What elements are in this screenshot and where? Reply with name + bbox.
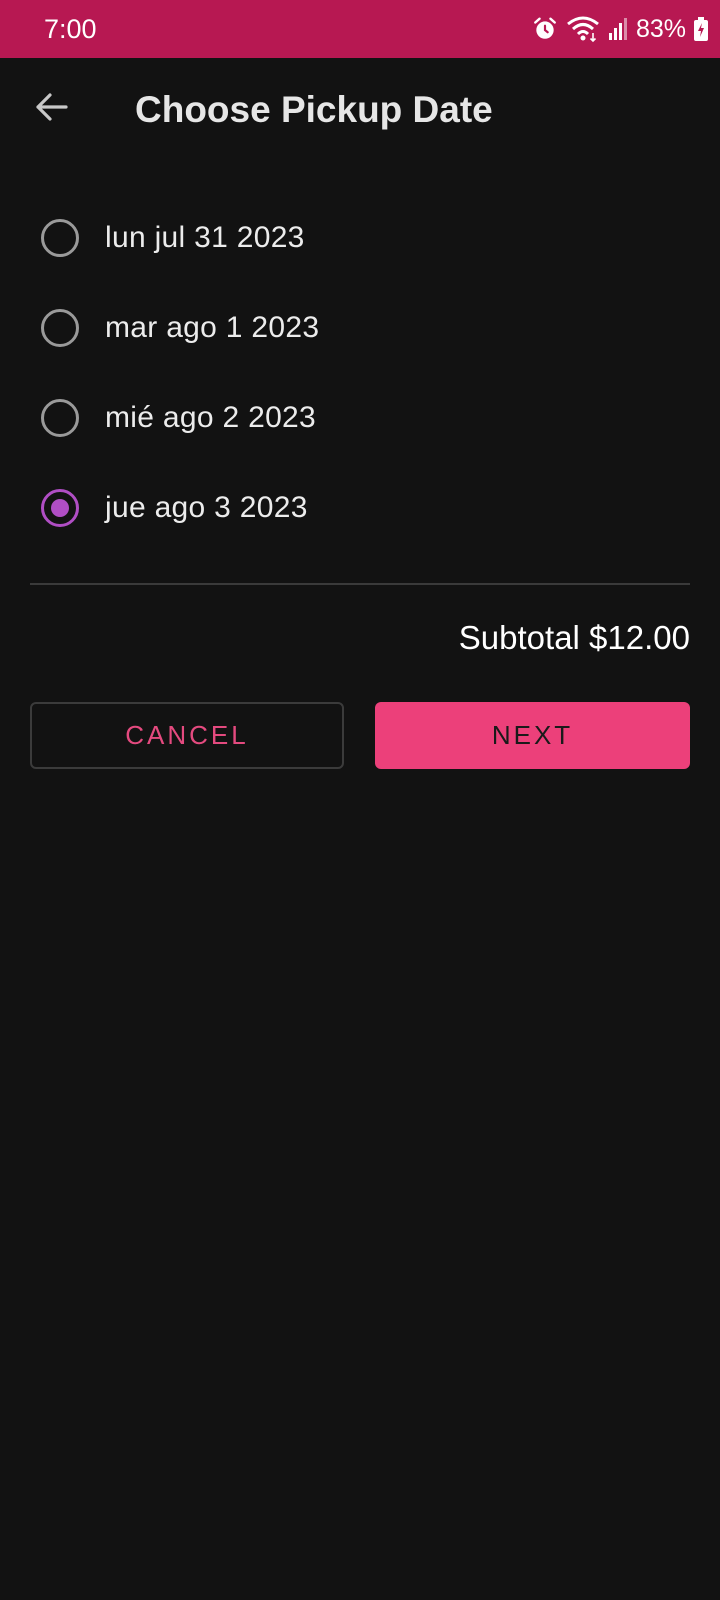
pickup-date-options: lun jul 31 2023 mar ago 1 2023 mié ago 2… (0, 193, 720, 553)
date-option-label: jue ago 3 2023 (105, 491, 308, 524)
app-bar: Choose Pickup Date (0, 58, 720, 168)
radio-button[interactable] (41, 219, 79, 257)
arrow-left-icon (34, 92, 68, 127)
subtotal-text: Subtotal $12.00 (458, 619, 690, 656)
cancel-button[interactable]: CANCEL (30, 702, 344, 769)
radio-selected-dot (51, 499, 69, 517)
radio-button[interactable] (41, 399, 79, 437)
battery-charging-icon (694, 17, 708, 41)
date-option-label: mar ago 1 2023 (105, 311, 320, 344)
status-bar: 7:00 83% (0, 0, 720, 58)
divider (30, 583, 690, 585)
date-option[interactable]: lun jul 31 2023 (0, 193, 720, 283)
radio-button-selected[interactable] (41, 489, 79, 527)
date-option[interactable]: mié ago 2 2023 (0, 373, 720, 463)
radio-button[interactable] (41, 309, 79, 347)
date-option-selected[interactable]: jue ago 3 2023 (0, 463, 720, 553)
date-option[interactable]: mar ago 1 2023 (0, 283, 720, 373)
back-button[interactable] (26, 84, 76, 134)
wifi-icon (566, 15, 600, 43)
signal-icon (608, 17, 628, 41)
status-icons: 83% (532, 12, 708, 46)
date-option-label: lun jul 31 2023 (105, 221, 305, 254)
alarm-icon (532, 16, 558, 42)
date-option-label: mié ago 2 2023 (105, 401, 317, 434)
next-button[interactable]: NEXT (375, 702, 690, 769)
status-time: 7:00 (44, 14, 97, 44)
battery-percentage: 83% (635, 15, 686, 43)
page-title: Choose Pickup Date (135, 89, 493, 130)
